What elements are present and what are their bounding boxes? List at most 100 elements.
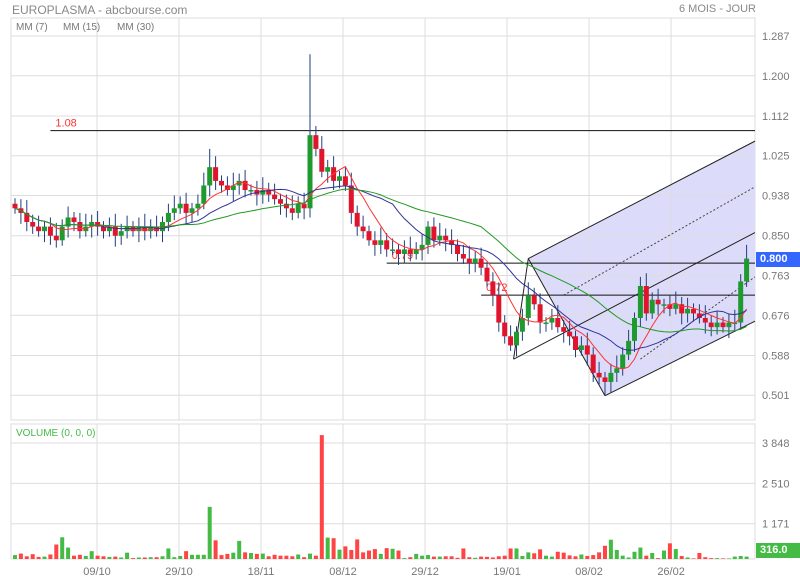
candle-body xyxy=(614,368,620,373)
volume-bar xyxy=(48,554,53,559)
volume-bar xyxy=(567,555,572,559)
volume-bar xyxy=(573,556,578,559)
volume-bar xyxy=(620,555,625,559)
volume-bar xyxy=(715,558,720,559)
volume-bar xyxy=(42,556,47,559)
candle-body xyxy=(319,148,325,172)
candle-body xyxy=(620,354,626,369)
volume-bar xyxy=(72,555,76,559)
candle-body xyxy=(637,286,643,318)
volume-bar xyxy=(101,556,106,559)
candle-body xyxy=(519,317,525,332)
volume-bar xyxy=(331,538,336,559)
volume-bar xyxy=(83,555,88,559)
volume-bar xyxy=(738,555,743,559)
candle-body xyxy=(502,322,508,337)
candle-body xyxy=(649,299,655,314)
volume-bar xyxy=(473,557,478,559)
candle-body xyxy=(478,258,484,268)
volume-bar xyxy=(508,548,513,559)
volume-bar xyxy=(160,556,165,559)
candle-body xyxy=(431,226,437,241)
volume-bar xyxy=(650,552,655,559)
candle-body xyxy=(278,199,283,204)
volume-bar xyxy=(249,552,253,559)
volume-bar xyxy=(290,556,295,559)
candle-body xyxy=(466,258,472,264)
volume-bar xyxy=(697,552,702,559)
last-price-badge: 0.800 xyxy=(756,252,800,267)
candle-body xyxy=(543,322,549,325)
candle-body xyxy=(396,249,401,255)
candle-body xyxy=(443,235,449,241)
candle-body xyxy=(195,203,201,209)
volume-bar xyxy=(131,558,135,559)
volume-bar xyxy=(166,548,171,559)
candle-body xyxy=(59,226,65,241)
candle-body xyxy=(313,135,319,149)
price-tick-label: 0.850 xyxy=(762,231,790,243)
candle-body xyxy=(366,231,372,241)
volume-bar xyxy=(54,544,59,559)
candle-body xyxy=(714,322,720,328)
volume-bar xyxy=(408,557,413,559)
candle-body xyxy=(325,167,331,172)
price-tick-label: 0.676 xyxy=(762,310,790,322)
volume-bar xyxy=(420,555,425,559)
candle-body xyxy=(708,322,714,328)
candle-body xyxy=(136,226,142,232)
candle-body xyxy=(720,322,726,328)
volume-bar xyxy=(154,557,159,559)
candle-body xyxy=(207,167,213,186)
volume-bar xyxy=(201,554,206,559)
volume-bar xyxy=(431,556,436,559)
candle-body xyxy=(30,222,36,227)
candle-body xyxy=(171,208,177,213)
volume-bar xyxy=(372,549,377,559)
volume-bar xyxy=(679,555,684,559)
candle-body xyxy=(53,235,59,241)
volume-bar xyxy=(207,506,212,559)
volume-bar xyxy=(673,549,678,559)
candle-body xyxy=(77,222,83,232)
candle-body xyxy=(283,203,289,209)
volume-bar xyxy=(24,556,29,559)
volume-bar xyxy=(597,552,602,559)
candle-body xyxy=(744,258,750,282)
candle-body xyxy=(643,286,649,314)
candle-body xyxy=(673,304,679,309)
candle-body xyxy=(354,212,360,227)
volume-bar xyxy=(502,555,507,559)
candle-body xyxy=(596,372,602,378)
volume-bar xyxy=(526,552,531,559)
candle-body xyxy=(165,212,171,223)
volume-bar xyxy=(585,555,590,559)
volume-bar xyxy=(703,557,708,559)
candle-body xyxy=(691,308,696,314)
candle-body xyxy=(685,308,691,314)
volume-bar xyxy=(402,558,407,559)
volume-bar xyxy=(308,553,312,559)
candle-body xyxy=(407,249,413,255)
volume-bar xyxy=(656,558,661,559)
volume-bar xyxy=(77,554,82,559)
volume-bar xyxy=(343,546,348,559)
horizontal-line-label: 1.08 xyxy=(55,118,76,130)
candle-body xyxy=(537,304,543,323)
volume-bar xyxy=(455,557,460,559)
volume-bar xyxy=(479,556,484,559)
candle-body xyxy=(549,317,555,323)
volume-bar xyxy=(254,553,259,559)
candle-body xyxy=(295,203,301,213)
volume-bar xyxy=(449,556,454,559)
volume-bar xyxy=(278,555,283,559)
candle-body xyxy=(47,226,53,236)
price-tick-label: 0.588 xyxy=(762,350,790,362)
volume-bar xyxy=(721,558,725,559)
volume-bar xyxy=(384,548,389,559)
volume-bar xyxy=(231,552,236,559)
volume-bar xyxy=(549,556,554,559)
volume-bar xyxy=(148,557,153,559)
volume-bar xyxy=(95,555,100,559)
candle-body xyxy=(508,336,514,346)
